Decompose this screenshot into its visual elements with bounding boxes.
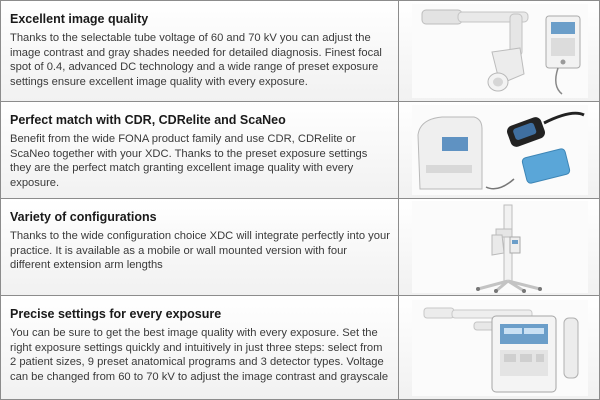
- feature-description: You can be sure to get the best image qu…: [10, 327, 389, 383]
- feature-image-cell: [400, 296, 599, 399]
- wall-mounted-xray-unit-image: [411, 4, 588, 98]
- sensor-and-scanner-products-image: [411, 105, 588, 195]
- feature-heading: Perfect match with CDR, CDRelite and Sca…: [10, 113, 286, 127]
- feature-text-cell: Variety of configurations Thanks to the …: [1, 199, 399, 295]
- feature-table: Excellent image quality Thanks to the se…: [0, 0, 600, 400]
- feature-description: Thanks to the selectable tube voltage of…: [10, 32, 382, 88]
- feature-text-cell: Excellent image quality Thanks to the se…: [1, 1, 399, 101]
- mobile-xray-stand-image: [411, 201, 588, 293]
- feature-heading: Excellent image quality: [10, 12, 149, 26]
- feature-image-cell: [400, 1, 599, 101]
- feature-heading: Precise settings for every exposure: [10, 307, 222, 321]
- feature-image-cell: [400, 102, 599, 198]
- feature-heading: Variety of configurations: [10, 210, 157, 224]
- feature-text-cell: Perfect match with CDR, CDRelite and Sca…: [1, 102, 399, 198]
- feature-row-image-quality: Excellent image quality Thanks to the se…: [1, 1, 599, 102]
- control-panel-image: [411, 299, 588, 396]
- feature-description: Benefit from the wide FONA product famil…: [10, 133, 368, 189]
- feature-row-product-match: Perfect match with CDR, CDRelite and Sca…: [1, 102, 599, 199]
- feature-row-precise-settings: Precise settings for every exposure You …: [1, 296, 599, 399]
- feature-text-cell: Precise settings for every exposure You …: [1, 296, 399, 399]
- feature-row-configurations: Variety of configurations Thanks to the …: [1, 199, 599, 296]
- feature-image-cell: [400, 199, 599, 295]
- feature-description: Thanks to the wide configuration choice …: [10, 230, 390, 272]
